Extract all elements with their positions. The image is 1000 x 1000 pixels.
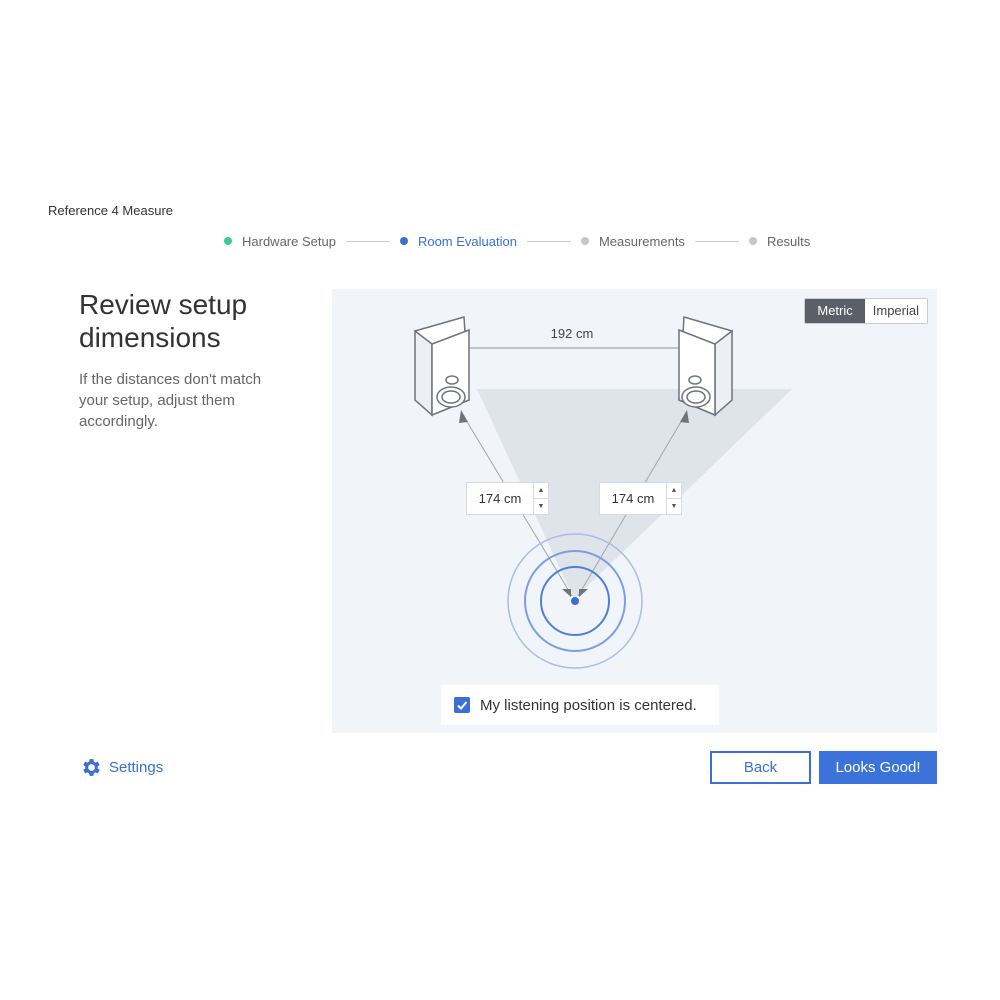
step-pending-dot-icon <box>748 237 757 245</box>
checkbox-checked-icon[interactable] <box>454 697 470 713</box>
left-speaker-icon <box>414 316 470 417</box>
left-distance-stepper[interactable]: 174 cm ▲ ▼ <box>466 482 549 515</box>
step-done-dot-icon <box>224 237 232 245</box>
step-pending-dot-icon <box>580 237 589 245</box>
step-connector <box>526 240 571 242</box>
right-speaker-icon <box>678 316 733 417</box>
progress-stepper: Hardware Setup Room Evaluation Measureme… <box>224 233 810 249</box>
checkbox-label: My listening position is centered. <box>480 696 697 714</box>
step-label: Results <box>766 233 811 249</box>
step-connector <box>345 240 390 242</box>
page-description: If the distances don't match your setup,… <box>79 371 262 430</box>
right-distance-value[interactable]: 174 cm <box>600 491 666 506</box>
left-distance-value[interactable]: 174 cm <box>467 491 533 506</box>
room-diagram-panel: 192 cm Metric Imperial 174 cm ▲ ▼ 174 cm… <box>332 289 937 733</box>
settings-label: Settings <box>109 759 164 776</box>
metric-button[interactable]: Metric <box>805 299 865 323</box>
units-toggle: Metric Imperial <box>804 298 928 324</box>
left-line-arrow-icon <box>459 410 468 423</box>
step-measurements[interactable]: Measurements <box>580 233 685 249</box>
speaker-distance-label: 192 cm <box>542 326 602 341</box>
page-title: Review setup dimensions <box>79 289 248 353</box>
back-button[interactable]: Back <box>710 751 811 784</box>
decrement-arrow-icon[interactable]: ▼ <box>667 498 681 514</box>
step-active-dot-icon <box>399 237 408 245</box>
app-title: Reference 4 Measure <box>48 203 174 218</box>
step-connector <box>694 240 739 242</box>
step-room-evaluation[interactable]: Room Evaluation <box>399 233 517 249</box>
settings-link[interactable]: Settings <box>80 756 163 779</box>
increment-arrow-icon[interactable]: ▲ <box>534 483 548 498</box>
step-results[interactable]: Results <box>748 233 811 249</box>
gear-icon <box>83 759 100 776</box>
right-distance-spinner: ▲ ▼ <box>666 483 681 514</box>
left-distance-spinner: ▲ ▼ <box>533 483 548 514</box>
centered-position-checkbox[interactable]: My listening position is centered. <box>441 685 719 725</box>
step-label: Hardware Setup <box>242 233 336 249</box>
imperial-button[interactable]: Imperial <box>864 299 927 323</box>
right-distance-stepper[interactable]: 174 cm ▲ ▼ <box>599 482 682 515</box>
looks-good-button[interactable]: Looks Good! <box>819 751 937 784</box>
step-hardware-setup[interactable]: Hardware Setup <box>224 234 336 249</box>
step-label: Room Evaluation <box>417 233 517 249</box>
increment-arrow-icon[interactable]: ▲ <box>667 483 681 498</box>
step-label: Measurements <box>598 233 685 249</box>
decrement-arrow-icon[interactable]: ▼ <box>534 498 548 514</box>
